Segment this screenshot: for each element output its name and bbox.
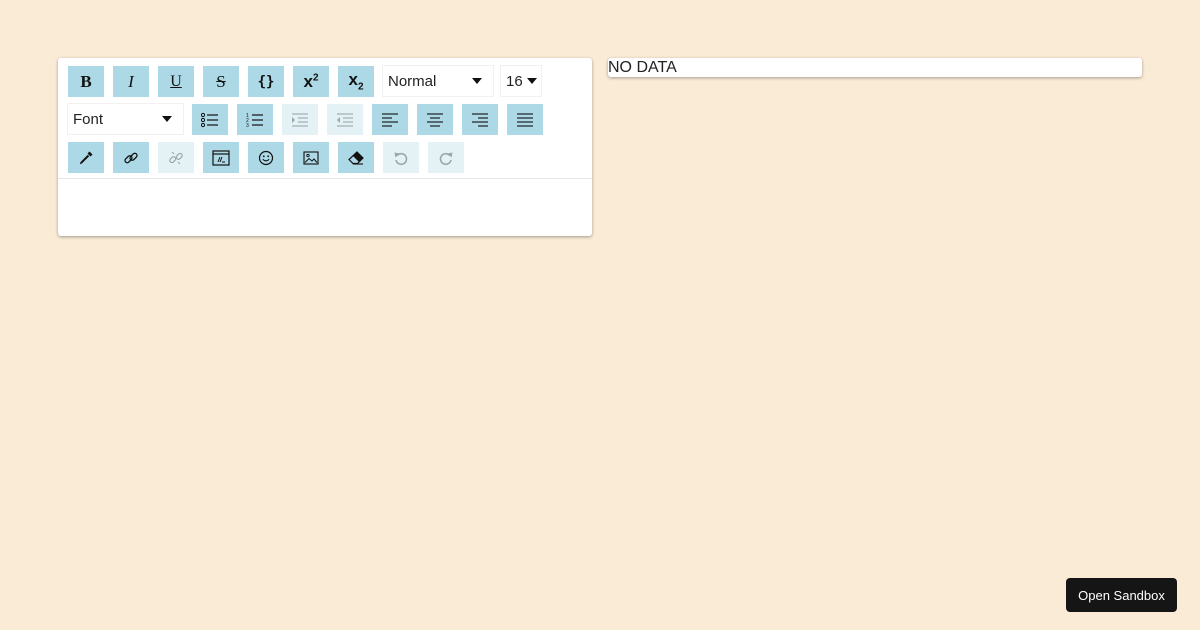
unordered-list-button[interactable]	[192, 104, 228, 135]
align-left-icon	[382, 112, 398, 127]
output-text: NO DATA	[608, 59, 677, 76]
image-icon	[303, 150, 319, 165]
rich-text-editor: B I U S {} x2 x2 Normal 16 Font 1 2 3	[58, 58, 592, 236]
code-button[interactable]: {}	[248, 66, 284, 97]
ordered-list-icon: 1 2 3	[246, 113, 263, 128]
align-center-icon	[427, 112, 443, 127]
image-button[interactable]	[293, 142, 329, 173]
italic-button[interactable]: I	[113, 66, 149, 97]
underline-button[interactable]: U	[158, 66, 194, 97]
underline-icon: U	[170, 72, 182, 90]
superscript-icon: x2	[303, 71, 319, 91]
indent-button[interactable]	[282, 104, 318, 135]
unlink-button[interactable]	[158, 142, 194, 173]
open-sandbox-button-label: Open Sandbox	[1078, 587, 1165, 603]
block-type-select-value: Normal	[388, 72, 437, 90]
chevron-down-icon	[162, 116, 172, 122]
link-button[interactable]	[113, 142, 149, 173]
bold-button[interactable]: B	[68, 66, 104, 97]
redo-icon	[439, 152, 453, 165]
font-size-select-value: 16	[506, 72, 523, 90]
chevron-down-icon	[472, 78, 482, 84]
link-icon	[124, 152, 138, 163]
font-size-select[interactable]: 16	[500, 65, 542, 97]
align-justify-icon	[517, 112, 533, 127]
svg-text:3: 3	[246, 123, 249, 128]
font-family-select[interactable]: Font	[67, 103, 184, 135]
align-right-icon	[472, 112, 488, 127]
code-icon: {}	[257, 73, 275, 90]
editor-toolbar: B I U S {} x2 x2 Normal 16 Font 1 2 3	[58, 58, 592, 179]
subscript-button[interactable]: x2	[338, 66, 374, 97]
strikethrough-icon: S	[216, 71, 226, 91]
embedded-button[interactable]	[203, 142, 239, 173]
italic-icon: I	[128, 71, 134, 91]
bold-icon: B	[80, 71, 92, 91]
emoji-icon	[258, 150, 274, 165]
outdent-icon	[337, 112, 353, 127]
undo-icon	[394, 152, 408, 165]
output-panel: NO DATA	[608, 58, 1142, 77]
redo-button[interactable]	[428, 142, 464, 173]
superscript-button[interactable]: x2	[293, 66, 329, 97]
strikethrough-button[interactable]: S	[203, 66, 239, 97]
unordered-list-icon	[201, 112, 218, 127]
chevron-down-icon	[527, 78, 537, 84]
outdent-button[interactable]	[327, 104, 363, 135]
ordered-list-button[interactable]: 1 2 3	[237, 104, 273, 135]
subscript-icon: x2	[348, 70, 364, 93]
color-picker-icon	[79, 151, 93, 164]
eraser-icon	[348, 150, 364, 165]
align-right-button[interactable]	[462, 104, 498, 135]
block-type-select[interactable]: Normal	[382, 65, 494, 97]
remove-format-button[interactable]	[338, 142, 374, 173]
indent-icon	[292, 112, 308, 127]
align-center-button[interactable]	[417, 104, 453, 135]
align-justify-button[interactable]	[507, 104, 543, 135]
unlink-icon	[169, 151, 183, 164]
color-picker-button[interactable]	[68, 142, 104, 173]
emoji-button[interactable]	[248, 142, 284, 173]
undo-button[interactable]	[383, 142, 419, 173]
align-left-button[interactable]	[372, 104, 408, 135]
open-sandbox-button[interactable]: Open Sandbox	[1066, 578, 1177, 612]
embedded-icon	[212, 149, 230, 166]
font-family-select-value: Font	[73, 110, 104, 128]
editor-content-area[interactable]	[58, 180, 592, 236]
